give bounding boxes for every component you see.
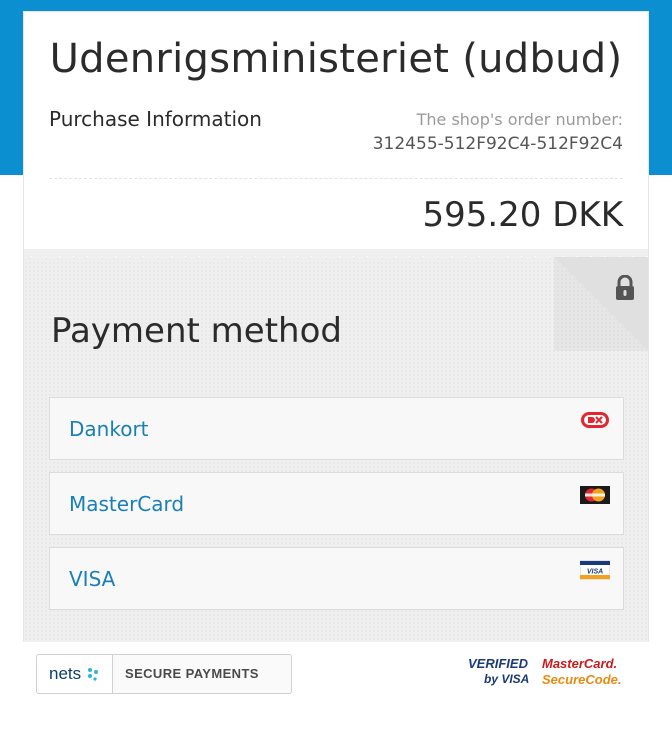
footer: nets SECURE PAYMENTS VERIFIED by VISA Ma… <box>0 642 672 730</box>
payment-option-label: VISA <box>69 567 116 591</box>
nets-logo: nets <box>37 655 113 693</box>
payment-method-title: Payment method <box>51 311 342 351</box>
payment-option-visa[interactable]: VISA VISA <box>49 547 624 610</box>
divider <box>49 178 623 179</box>
lock-icon <box>616 275 634 300</box>
payment-method-section: Payment method Dankort MasterCard VISA V… <box>24 249 648 642</box>
nets-brand: nets <box>49 664 82 683</box>
payment-option-label: Dankort <box>69 417 149 441</box>
payment-option-mastercard[interactable]: MasterCard <box>49 472 624 535</box>
svg-text:VISA: VISA <box>587 569 603 576</box>
nets-dots-icon <box>88 668 98 681</box>
visa-logo: VISA <box>580 560 610 580</box>
shop-name: Udenrigsministeriet (udbud) <box>49 36 623 82</box>
secure-payments-label: SECURE PAYMENTS <box>125 666 259 681</box>
mcsc-line1: MasterCard. <box>542 656 618 671</box>
order-number: 312455-512F92C4-512F92C4 <box>372 134 623 154</box>
mastercard-logo <box>580 486 610 504</box>
verified-by-visa-logo: VERIFIED by VISA <box>468 656 530 690</box>
order-amount: 595.20 DKK <box>422 195 623 235</box>
purchase-info-label: Purchase Information <box>49 107 262 131</box>
mcsc-line2: SecureCode. <box>542 672 622 687</box>
payment-option-label: MasterCard <box>69 492 185 516</box>
dankort-logo <box>581 412 609 428</box>
corner-shade <box>554 257 648 351</box>
payment-option-dankort[interactable]: Dankort <box>49 397 624 460</box>
vbv-line2: by VISA <box>484 672 530 686</box>
payment-card: Udenrigsministeriet (udbud) Purchase Inf… <box>24 12 648 642</box>
vbv-line1: VERIFIED <box>468 656 528 671</box>
nets-secure-payments-badge: nets SECURE PAYMENTS <box>36 654 292 694</box>
mastercard-securecode-logo: MasterCard. SecureCode. <box>542 656 624 690</box>
order-number-label: The shop's order number: <box>416 110 623 129</box>
